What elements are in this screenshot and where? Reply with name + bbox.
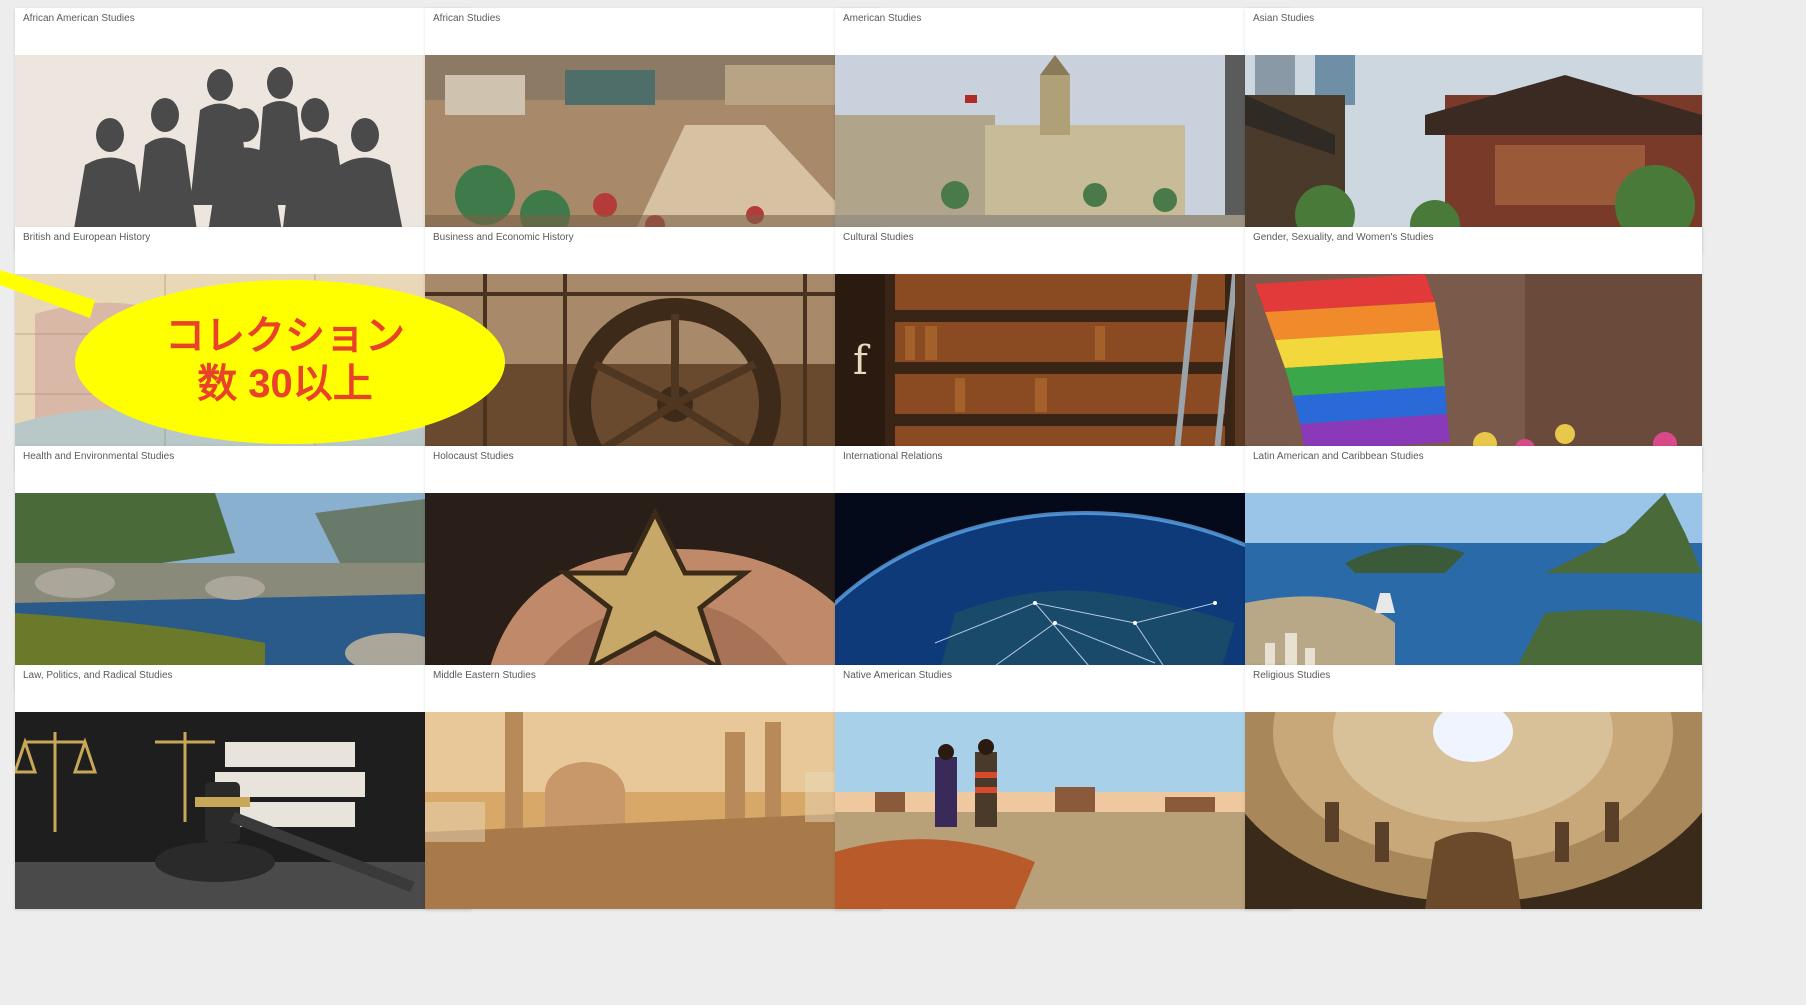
collection-card-american-studies[interactable]: American Studies: [835, 8, 1292, 252]
collection-title: African Studies: [433, 13, 501, 24]
collection-card-law-politics-radical-studies[interactable]: Law, Politics, and Radical Studies: [15, 665, 472, 909]
collection-title: Gender, Sexuality, and Women's Studies: [1253, 232, 1434, 243]
collection-card-african-american-studies[interactable]: African American Studies: [15, 8, 472, 252]
collection-card-international-relations[interactable]: International Relations: [835, 446, 1292, 690]
collection-title: Native American Studies: [843, 670, 952, 681]
collection-image: f: [835, 274, 1292, 471]
collection-image: [15, 55, 472, 252]
collection-title: Latin American and Caribbean Studies: [1253, 451, 1424, 462]
collection-image: [425, 55, 882, 252]
collection-title: International Relations: [843, 451, 943, 462]
collection-image: [835, 55, 1292, 252]
collection-title: African American Studies: [23, 13, 135, 24]
collection-title: British and European History: [23, 232, 151, 243]
collection-card-british-european-history[interactable]: British and European History: [15, 227, 472, 471]
collection-card-gender-sexuality-womens-studies[interactable]: Gender, Sexuality, and Women's Studies: [1245, 227, 1702, 471]
collection-image: [1245, 55, 1702, 252]
collection-image: [835, 712, 1292, 909]
collection-image: [15, 712, 472, 909]
collection-image: [1245, 274, 1702, 471]
collection-card-latin-american-caribbean-studies[interactable]: Latin American and Caribbean Studies: [1245, 446, 1702, 690]
collection-card-african-studies[interactable]: African Studies: [425, 8, 882, 252]
collection-title: Holocaust Studies: [433, 451, 514, 462]
collection-image: [425, 493, 882, 690]
collection-image: [425, 712, 882, 909]
collection-title: American Studies: [843, 13, 922, 24]
collection-card-asian-studies[interactable]: Asian Studies: [1245, 8, 1702, 252]
collection-image: [15, 274, 472, 471]
collection-title: Law, Politics, and Radical Studies: [23, 670, 173, 681]
collection-title: Middle Eastern Studies: [433, 670, 536, 681]
collection-title: Religious Studies: [1253, 670, 1331, 681]
collection-card-business-economic-history[interactable]: Business and Economic History: [425, 227, 882, 471]
collection-title: Health and Environmental Studies: [23, 451, 175, 462]
collection-card-cultural-studies[interactable]: Cultural Studies f: [835, 227, 1292, 471]
collection-image: [15, 493, 472, 690]
collection-image: [1245, 712, 1702, 909]
collection-card-native-american-studies[interactable]: Native American Studies: [835, 665, 1292, 909]
collections-grid: African American Studies African Studies: [0, 0, 1806, 1005]
collection-card-health-environmental-studies[interactable]: Health and Environmental Studies: [15, 446, 472, 690]
collection-title: Business and Economic History: [433, 232, 574, 243]
collection-image: [835, 493, 1292, 690]
collection-card-holocaust-studies[interactable]: Holocaust Studies: [425, 446, 882, 690]
collection-title: Asian Studies: [1253, 13, 1315, 24]
collection-card-religious-studies[interactable]: Religious Studies: [1245, 665, 1702, 909]
collection-image: [425, 274, 882, 471]
collection-title: Cultural Studies: [843, 232, 914, 243]
collection-image: [1245, 493, 1702, 690]
collection-card-middle-eastern-studies[interactable]: Middle Eastern Studies: [425, 665, 882, 909]
